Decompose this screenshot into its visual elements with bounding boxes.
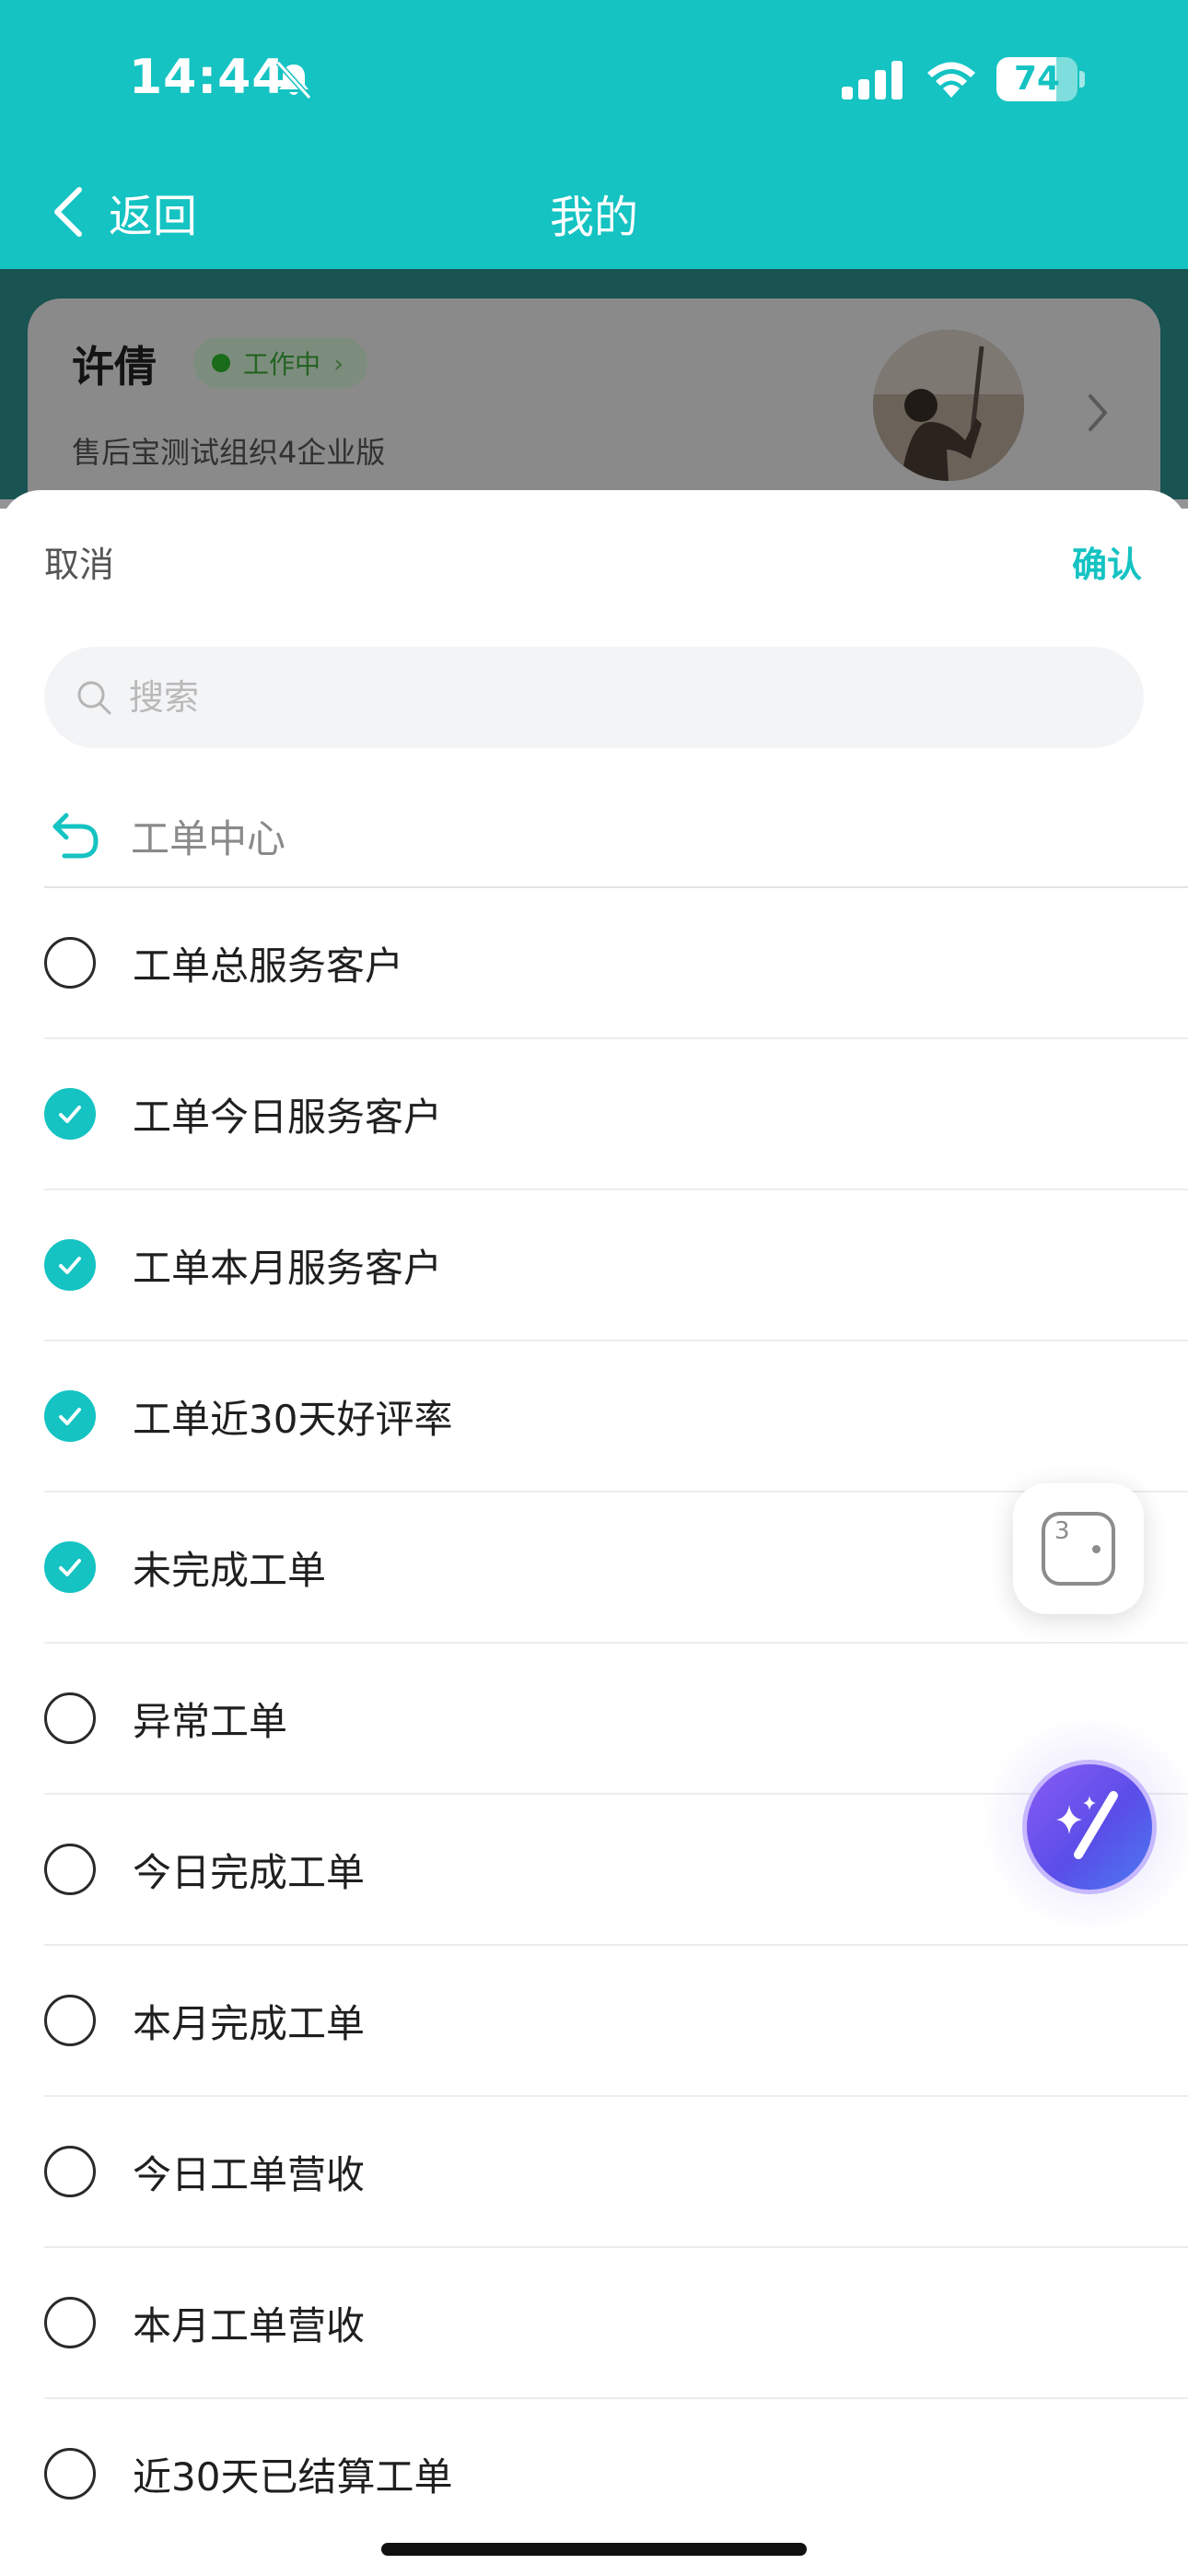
battery-level: 74 bbox=[1013, 60, 1061, 98]
widget-number: 3 bbox=[1054, 1517, 1070, 1545]
checkbox-checked-icon[interactable] bbox=[44, 1541, 96, 1593]
option-label: 工单总服务客户 bbox=[133, 943, 404, 989]
chevron-left-icon bbox=[54, 187, 82, 237]
option-label: 工单近30天好评率 bbox=[133, 1396, 453, 1442]
search-input[interactable] bbox=[127, 676, 1052, 719]
battery-icon: 74 bbox=[996, 57, 1077, 101]
option-row[interactable]: 工单总服务客户 bbox=[44, 888, 1188, 1039]
option-label: 近30天已结算工单 bbox=[133, 2453, 453, 2500]
breadcrumb: 工单中心 bbox=[44, 785, 1188, 888]
back-button[interactable]: 返回 bbox=[48, 175, 197, 249]
widget-icon: 3 bbox=[1042, 1512, 1115, 1586]
option-row[interactable]: 本月完成工单 bbox=[44, 1946, 1188, 2097]
checkbox-checked-icon[interactable] bbox=[44, 1390, 96, 1442]
option-label: 未完成工单 bbox=[133, 1547, 327, 1593]
option-label: 今日完成工单 bbox=[133, 1849, 366, 1895]
option-row[interactable]: 工单今日服务客户 bbox=[44, 1039, 1188, 1190]
cancel-button[interactable]: 取消 bbox=[44, 536, 114, 587]
option-row[interactable]: 工单本月服务客户 bbox=[44, 1190, 1188, 1341]
option-label: 今日工单营收 bbox=[133, 2151, 366, 2197]
option-label: 异常工单 bbox=[133, 1698, 288, 1744]
search-icon bbox=[77, 681, 111, 715]
option-list: 工单总服务客户 工单今日服务客户 工单本月服务客户 工单近30天好评率 未完成工单异常工… bbox=[44, 888, 1188, 2548]
magic-wand-icon bbox=[1056, 1791, 1118, 1859]
checkmark-icon bbox=[59, 1408, 81, 1425]
signal-icon bbox=[842, 61, 903, 100]
back-label: 返回 bbox=[109, 191, 198, 242]
checkmark-icon bbox=[59, 1257, 81, 1274]
checkmark-icon bbox=[59, 1106, 81, 1123]
checkbox-unchecked-icon[interactable] bbox=[44, 1844, 96, 1895]
bell-muted-icon bbox=[275, 60, 312, 100]
checkbox-unchecked-icon[interactable] bbox=[44, 2297, 96, 2348]
selection-sheet: 取消 确认 工单中心 工单总服务客户工单今日服务客户工单本月服务客户工单近30天… bbox=[0, 490, 1188, 2576]
checkbox-unchecked-icon[interactable] bbox=[44, 2448, 96, 2500]
checkbox-checked-icon[interactable] bbox=[44, 1239, 96, 1291]
option-label: 本月完成工单 bbox=[133, 2000, 366, 2046]
checkmark-icon bbox=[59, 1559, 81, 1576]
checkbox-unchecked-icon[interactable] bbox=[44, 2146, 96, 2197]
ai-assistant-button[interactable] bbox=[1022, 1760, 1157, 1894]
option-label: 工单本月服务客户 bbox=[133, 1245, 443, 1291]
search-bar[interactable] bbox=[44, 647, 1144, 748]
option-row[interactable]: 工单近30天好评率 bbox=[44, 1341, 1188, 1493]
modal-overlay[interactable] bbox=[0, 269, 1188, 509]
option-row[interactable]: 今日工单营收 bbox=[44, 2097, 1188, 2248]
home-indicator[interactable] bbox=[381, 2543, 807, 2556]
option-label: 工单今日服务客户 bbox=[133, 1094, 443, 1140]
option-row[interactable]: 近30天已结算工单 bbox=[44, 2399, 1188, 2548]
app-header: 14:44 74 返回 我的 bbox=[0, 0, 1188, 269]
option-row[interactable]: 本月工单营收 bbox=[44, 2248, 1188, 2399]
floating-widget-button[interactable]: 3 bbox=[1013, 1483, 1144, 1614]
confirm-button[interactable]: 确认 bbox=[1072, 536, 1142, 587]
checkbox-checked-icon[interactable] bbox=[44, 1088, 96, 1140]
battery-cap bbox=[1079, 71, 1085, 88]
status-time: 14:44 bbox=[129, 50, 286, 105]
return-icon[interactable] bbox=[48, 808, 103, 863]
widget-dot bbox=[1092, 1545, 1101, 1553]
checkbox-unchecked-icon[interactable] bbox=[44, 937, 96, 989]
checkbox-unchecked-icon[interactable] bbox=[44, 1692, 96, 1744]
option-label: 本月工单营收 bbox=[133, 2302, 366, 2348]
breadcrumb-label: 工单中心 bbox=[131, 815, 286, 861]
checkbox-unchecked-icon[interactable] bbox=[44, 1995, 96, 2046]
wifi-icon bbox=[927, 62, 975, 98]
